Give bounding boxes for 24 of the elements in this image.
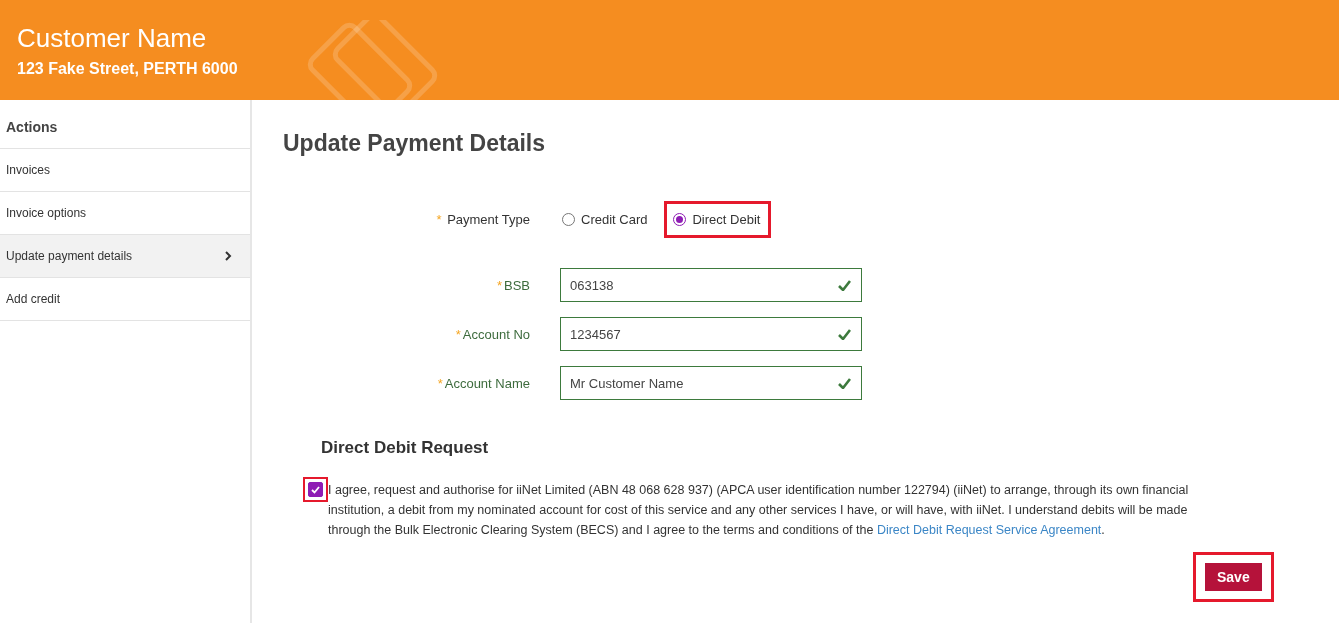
sidebar-item[interactable]: Update payment details	[0, 234, 250, 277]
field-label: *Account No	[454, 326, 530, 342]
section-heading: Direct Debit Request	[321, 438, 489, 458]
agreement-text: I agree, request and authorise for iiNet Limited (ABN 48 068 628 937) (APCA user identification number 122794) (iiNet) to arrange, through its own financial institution, a debit from my nominated account for cost of this service and any other services I have, or will have, with iiNet. I understand debits will be made through the Bulk Electronic Clearing System (BECS) and I agree to the terms and conditions of the Direct Debit Request Service Agreement.	[328, 482, 1190, 539]
field-label: *Account Name	[436, 375, 530, 391]
check-icon	[838, 279, 851, 291]
payment-type-label: * Payment Type	[435, 212, 530, 227]
sidebar-item[interactable]: Add credit	[0, 277, 250, 321]
field-label: *BSB	[495, 277, 530, 293]
customer-address: 123 Fake Street, PERTH 6000	[17, 60, 238, 78]
customer-name: Customer Name	[17, 22, 207, 54]
check-icon	[838, 328, 851, 340]
radio-option[interactable]: Credit Card	[553, 201, 659, 238]
radio-option[interactable]: Direct Debit	[664, 201, 772, 238]
input-field[interactable]: Mr Customer Name	[560, 366, 862, 400]
input-field[interactable]: 1234567	[560, 317, 862, 351]
save-button[interactable]: Save	[1205, 563, 1262, 591]
check-icon	[838, 377, 851, 389]
checkbox[interactable]	[308, 482, 323, 497]
checkmark-icon	[311, 485, 320, 494]
chevron-right-icon	[225, 251, 232, 261]
input-field[interactable]: 063138	[560, 268, 862, 302]
page-title: Update Payment Details	[283, 130, 546, 157]
sidebar-title: Actions	[5, 118, 59, 137]
